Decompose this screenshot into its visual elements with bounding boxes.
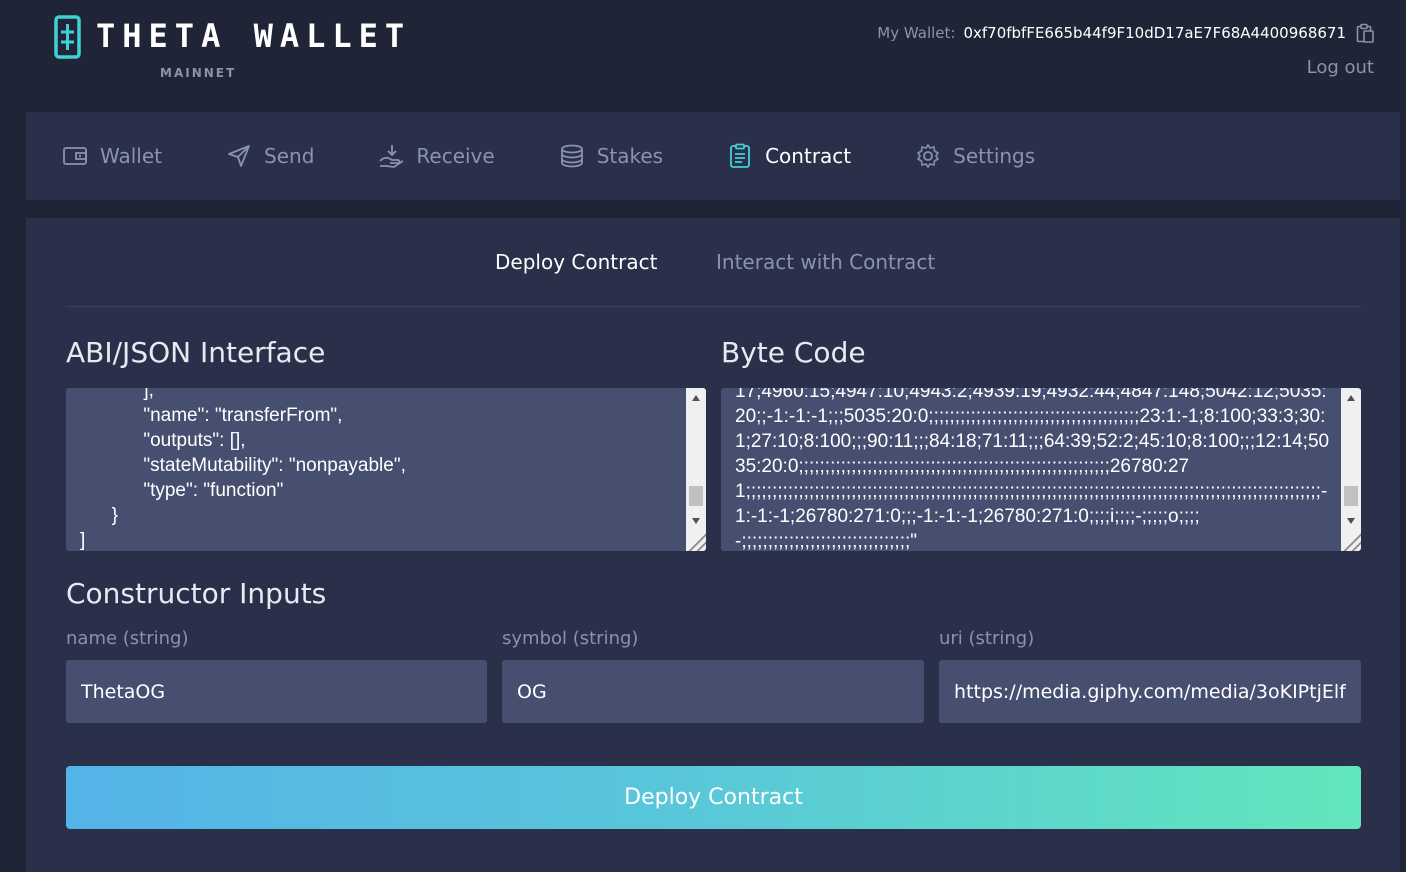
scroll-down-icon[interactable] bbox=[1347, 518, 1355, 524]
nav-item-receive[interactable]: Receive bbox=[378, 143, 495, 169]
stakes-icon bbox=[560, 144, 583, 168]
bytecode-textarea[interactable]: 17;4960:15;4947:10;4943:2;4939:19;4932:4… bbox=[721, 388, 1361, 551]
resize-grip-icon[interactable] bbox=[686, 531, 706, 551]
scroll-thumb[interactable] bbox=[1344, 486, 1358, 506]
logo-text: THETA WALLET bbox=[96, 17, 412, 55]
settings-icon bbox=[917, 144, 939, 168]
tab-deploy-contract[interactable]: Deploy Contract bbox=[495, 250, 657, 274]
symbol-input[interactable] bbox=[502, 660, 924, 723]
name-input[interactable] bbox=[66, 660, 487, 723]
nav-item-contract[interactable]: Contract bbox=[727, 143, 851, 169]
wallet-icon bbox=[63, 147, 87, 165]
nav-label-contract: Contract bbox=[765, 144, 852, 168]
nav-item-settings[interactable]: Settings bbox=[915, 143, 1035, 169]
main-nav: Wallet Send Receive Stakes Contract Sett… bbox=[26, 112, 1400, 200]
abi-scrollbar[interactable] bbox=[686, 388, 706, 551]
scroll-down-icon[interactable] bbox=[692, 518, 700, 524]
bytecode-title: Byte Code bbox=[721, 336, 866, 369]
contract-panel: Deploy Contract Interact with Contract A… bbox=[26, 218, 1400, 872]
bytecode-scrollbar[interactable] bbox=[1341, 388, 1361, 551]
resize-grip-icon[interactable] bbox=[1341, 531, 1361, 551]
copy-icon[interactable] bbox=[1356, 23, 1374, 43]
receive-icon bbox=[379, 145, 404, 168]
nav-label-receive: Receive bbox=[416, 144, 495, 168]
wallet-info: My Wallet: 0xf70fbfFE665b44f9F10dD17aE7F… bbox=[877, 22, 1374, 78]
contract-tabs: Deploy Contract Interact with Contract bbox=[66, 218, 1361, 307]
tab-interact-contract[interactable]: Interact with Contract bbox=[716, 250, 935, 274]
network-label: MAINNET bbox=[160, 66, 237, 80]
scroll-up-icon[interactable] bbox=[1347, 395, 1355, 401]
deploy-contract-button[interactable]: Deploy Contract bbox=[66, 766, 1361, 829]
nav-item-stakes[interactable]: Stakes bbox=[559, 143, 663, 169]
app-header: THETA WALLET MAINNET My Wallet: 0xf70fbf… bbox=[0, 0, 1406, 110]
nav-item-send[interactable]: Send bbox=[226, 143, 314, 169]
nav-item-wallet[interactable]: Wallet bbox=[62, 143, 162, 169]
contract-icon bbox=[730, 143, 750, 168]
symbol-field-label: symbol (string) bbox=[502, 628, 639, 649]
abi-content: ], "name": "transferFrom", "outputs": []… bbox=[80, 388, 406, 551]
scroll-up-icon[interactable] bbox=[692, 395, 700, 401]
constructor-title: Constructor Inputs bbox=[66, 577, 327, 610]
abi-title: ABI/JSON Interface bbox=[66, 336, 326, 369]
nav-label-settings: Settings bbox=[953, 144, 1036, 168]
theta-wallet-logo: THETA WALLET MAINNET bbox=[54, 15, 404, 85]
nav-label-stakes: Stakes bbox=[596, 144, 664, 168]
send-icon bbox=[228, 145, 250, 167]
logout-link[interactable]: Log out bbox=[1307, 57, 1374, 78]
abi-textarea[interactable]: ], "name": "transferFrom", "outputs": []… bbox=[66, 388, 706, 551]
wallet-label: My Wallet: bbox=[877, 24, 956, 42]
theta-logo-icon bbox=[54, 15, 81, 59]
bytecode-content: 17;4960:15;4947:10;4943:2;4939:19;4932:4… bbox=[735, 388, 1330, 551]
wallet-address: 0xf70fbfFE665b44f9F10dD17aE7F68A44009686… bbox=[963, 24, 1346, 42]
uri-field-label: uri (string) bbox=[939, 628, 1035, 649]
uri-input[interactable] bbox=[939, 660, 1361, 723]
scroll-thumb[interactable] bbox=[689, 486, 703, 506]
nav-label-send: Send bbox=[264, 144, 315, 168]
name-field-label: name (string) bbox=[66, 628, 189, 649]
nav-label-wallet: Wallet bbox=[100, 144, 163, 168]
